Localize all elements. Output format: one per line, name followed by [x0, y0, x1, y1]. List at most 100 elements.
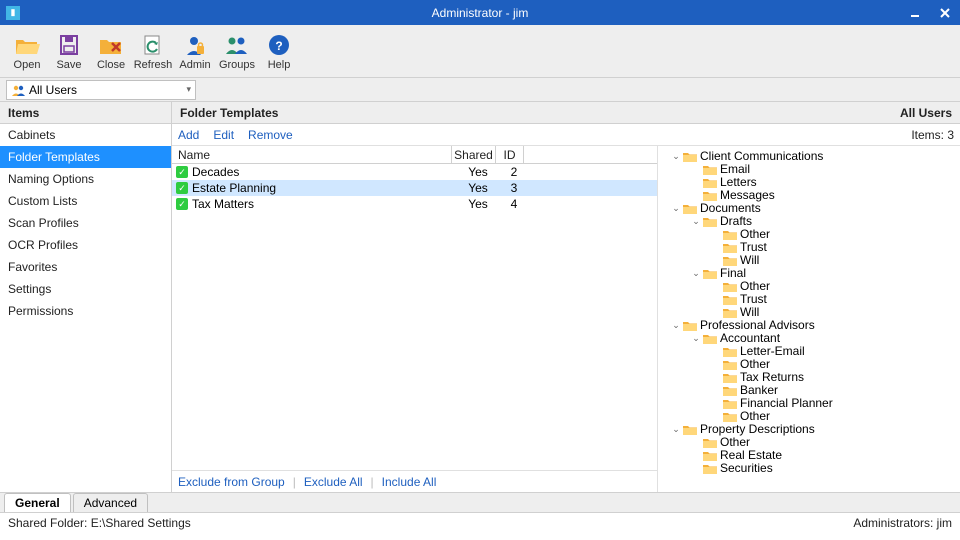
tree-node[interactable]: ⌄Professional Advisors — [666, 319, 952, 332]
main-toolbar: OpenSaveCloseRefreshAdminGroups?Help — [0, 25, 960, 78]
sidebar-item-ocr-profiles[interactable]: OCR Profiles — [0, 234, 171, 256]
tab-general[interactable]: General — [4, 493, 71, 512]
folder-icon — [703, 190, 717, 201]
folder-icon — [723, 294, 737, 305]
action-bar: Add Edit Remove Items: 3 — [172, 124, 960, 146]
folder-icon — [703, 463, 717, 474]
tree-node[interactable]: Email — [666, 163, 952, 176]
help-button[interactable]: ?Help — [258, 27, 300, 75]
exclude-from-group-link[interactable]: Exclude from Group — [178, 475, 285, 489]
tree-node[interactable]: Other — [666, 436, 952, 449]
tree-node[interactable]: Tax Returns — [666, 371, 952, 384]
tree-node[interactable]: Other — [666, 280, 952, 293]
folder-icon — [703, 216, 717, 227]
tree-node[interactable]: Other — [666, 358, 952, 371]
folder-icon — [703, 437, 717, 448]
sidebar-item-naming-options[interactable]: Naming Options — [0, 168, 171, 190]
check-icon: ✓ — [176, 198, 188, 210]
folder-icon — [703, 268, 717, 279]
sidebar-item-cabinets[interactable]: Cabinets — [0, 124, 171, 146]
tree-node[interactable]: Trust — [666, 241, 952, 254]
window-controls — [900, 0, 960, 25]
include-all-link[interactable]: Include All — [382, 475, 437, 489]
refresh-button[interactable]: Refresh — [132, 27, 174, 75]
exclude-all-link[interactable]: Exclude All — [304, 475, 363, 489]
check-icon: ✓ — [176, 166, 188, 178]
refresh-icon — [140, 32, 166, 58]
tree-node[interactable]: ⌄Final — [666, 267, 952, 280]
help-icon: ? — [266, 32, 292, 58]
template-row[interactable]: ✓Tax MattersYes4 — [172, 196, 657, 212]
bottom-tabs: General Advanced — [0, 492, 960, 512]
folder-icon — [723, 398, 737, 409]
tree-toggle[interactable]: ⌄ — [670, 423, 682, 436]
tree-toggle[interactable]: ⌄ — [670, 202, 682, 215]
col-id[interactable]: ID — [496, 146, 524, 163]
tree-toggle[interactable]: ⌄ — [690, 267, 702, 280]
col-name[interactable]: Name — [172, 146, 452, 163]
admin-button[interactable]: Admin — [174, 27, 216, 75]
app-icon: ▮ — [6, 6, 20, 20]
tree-label: Client Communications — [700, 150, 823, 163]
tree-node[interactable]: Trust — [666, 293, 952, 306]
close-button[interactable]: Close — [90, 27, 132, 75]
groups-button[interactable]: Groups — [216, 27, 258, 75]
tree-node[interactable]: ⌄ Client Communications — [666, 150, 952, 163]
tree-label: Property Descriptions — [700, 423, 815, 436]
tree-node[interactable]: ⌄ Property Descriptions — [666, 423, 952, 436]
tree-node[interactable]: ⌄Documents — [666, 202, 952, 215]
user-filter-dropdown[interactable]: All Users ▾ — [6, 80, 196, 100]
close-button[interactable] — [930, 0, 960, 25]
edit-link[interactable]: Edit — [213, 128, 234, 142]
tree-node[interactable]: Letter-Email — [666, 345, 952, 358]
sidebar-item-favorites[interactable]: Favorites — [0, 256, 171, 278]
folder-icon — [703, 164, 717, 175]
remove-link[interactable]: Remove — [248, 128, 293, 142]
sidebar-item-folder-templates[interactable]: Folder Templates — [0, 146, 171, 168]
tree-node[interactable]: Financial Planner — [666, 397, 952, 410]
sidebar: Items CabinetsFolder TemplatesNaming Opt… — [0, 102, 172, 492]
folder-icon — [683, 320, 697, 331]
tree-node[interactable]: Letters — [666, 176, 952, 189]
tree-toggle[interactable]: ⌄ — [670, 150, 682, 163]
folder-icon — [703, 450, 717, 461]
sidebar-item-settings[interactable]: Settings — [0, 278, 171, 300]
save-button[interactable]: Save — [48, 27, 90, 75]
main-header: Folder Templates All Users — [172, 102, 960, 124]
sidebar-item-custom-lists[interactable]: Custom Lists — [0, 190, 171, 212]
folder-icon — [703, 333, 717, 344]
status-left: Shared Folder: E:\Shared Settings — [8, 516, 191, 530]
tree-toggle[interactable]: ⌄ — [690, 332, 702, 345]
list-header: Name Shared ID — [172, 146, 657, 164]
tab-advanced[interactable]: Advanced — [73, 493, 148, 512]
admin-icon — [182, 32, 208, 58]
folder-icon — [723, 372, 737, 383]
items-count: Items: 3 — [911, 128, 954, 142]
open-button[interactable]: Open — [6, 27, 48, 75]
content-area: Items CabinetsFolder TemplatesNaming Opt… — [0, 102, 960, 492]
list-footer: Exclude from Group | Exclude All | Inclu… — [172, 470, 657, 492]
folder-icon — [723, 411, 737, 422]
template-row[interactable]: ✓Estate PlanningYes3 — [172, 180, 657, 196]
tree-node[interactable]: Real Estate — [666, 449, 952, 462]
sidebar-item-scan-profiles[interactable]: Scan Profiles — [0, 212, 171, 234]
tree-node[interactable]: Will — [666, 254, 952, 267]
tree-node[interactable]: ⌄Accountant — [666, 332, 952, 345]
tree-node[interactable]: Other — [666, 228, 952, 241]
window-title: Administrator - jim — [432, 6, 529, 20]
main-scope: All Users — [900, 106, 952, 120]
tree-node[interactable]: ⌄Drafts — [666, 215, 952, 228]
minimize-button[interactable] — [900, 0, 930, 25]
tree-toggle[interactable]: ⌄ — [670, 319, 682, 332]
tree-node[interactable]: Securities — [666, 462, 952, 475]
sidebar-item-permissions[interactable]: Permissions — [0, 300, 171, 322]
col-shared[interactable]: Shared — [452, 146, 496, 163]
main-body: Name Shared ID ✓DecadesYes2✓Estate Plann… — [172, 146, 960, 492]
close-icon — [98, 32, 124, 58]
add-link[interactable]: Add — [178, 128, 199, 142]
tree-toggle[interactable]: ⌄ — [690, 215, 702, 228]
filter-label: All Users — [29, 83, 77, 97]
template-row[interactable]: ✓DecadesYes2 — [172, 164, 657, 180]
tree-label: Securities — [720, 462, 773, 475]
sidebar-header: Items — [0, 102, 171, 124]
